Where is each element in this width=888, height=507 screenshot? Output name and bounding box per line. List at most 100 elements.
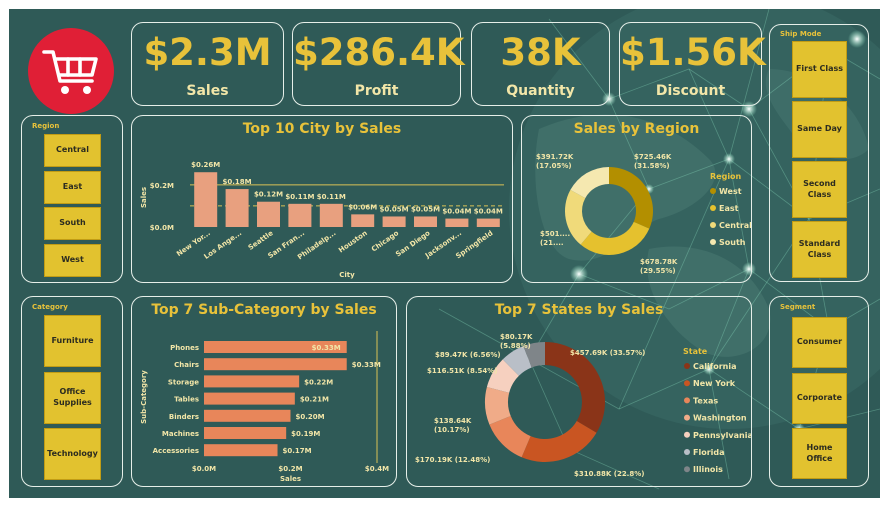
bar-data-label: $0.04M xyxy=(474,208,503,216)
kpi-card-quantity: 38K Quantity xyxy=(471,22,610,106)
bar-data-label: $0.19M xyxy=(291,430,320,438)
y-tick-label: Tables xyxy=(174,396,199,404)
slicer-button-east[interactable]: East xyxy=(44,171,101,204)
bar xyxy=(476,218,500,227)
logo xyxy=(28,28,114,114)
bar xyxy=(288,203,312,227)
ship-mode-slicer: Ship Mode First Class Same Day Second Cl… xyxy=(769,24,869,282)
bar-data-label: $0.33M xyxy=(352,361,381,369)
kpi-label: Sales xyxy=(186,83,229,99)
dashboard-canvas: $2.3M Sales $286.4K Profit 38K Quantity … xyxy=(9,9,880,498)
kpi-value: $2.3M xyxy=(143,31,272,74)
bar xyxy=(204,444,278,457)
legend-item: South xyxy=(719,238,746,247)
slicer-button-consumer[interactable]: Consumer xyxy=(792,317,847,368)
legend-marker xyxy=(684,466,690,473)
donut-slice-east xyxy=(580,221,650,255)
legend-title: Region xyxy=(710,172,742,181)
slice-data-label: $457.69K (33.57%) xyxy=(570,349,645,357)
y-tick-label: $0.0M xyxy=(150,224,174,232)
slicer-button-second-class[interactable]: Second Class xyxy=(792,161,847,218)
city-sales-chart: Top 10 City by Sales Sales City $0.0M $0.2M… xyxy=(131,115,513,283)
legend-item: West xyxy=(719,187,742,196)
legend-item: Illinois xyxy=(693,465,723,474)
bar xyxy=(382,216,406,227)
kpi-label: Discount xyxy=(655,83,726,99)
slice-data-label: (10.17%) xyxy=(434,426,470,434)
region-donut-plot: $725.46K(31.58%) $678.78K(29.55%) $501....… xyxy=(536,153,751,275)
region-sales-chart: Sales by Region $725.46K (31.58%) $678.78K… xyxy=(521,115,752,283)
y-axis-title: Sales xyxy=(140,187,148,208)
bar xyxy=(225,189,249,227)
bar xyxy=(194,172,218,227)
bar-data-label: $0.20M xyxy=(296,413,325,421)
bar xyxy=(204,409,291,422)
y-tick-label: $0.2M xyxy=(150,182,174,190)
legend-marker xyxy=(684,431,690,438)
slicer-button-home-office[interactable]: Home Office xyxy=(792,428,847,479)
bar xyxy=(204,375,300,388)
legend-item: New York xyxy=(693,379,736,388)
bar xyxy=(204,427,287,439)
bar-data-label: $0.22M xyxy=(304,378,333,386)
legend-item: California xyxy=(693,362,737,371)
slicer-title: Segment xyxy=(780,303,816,311)
kpi-label: Profit xyxy=(354,83,399,99)
x-tick-label: $0.0M xyxy=(192,465,216,473)
slicer-button-office-supplies[interactable]: Office Supplies xyxy=(44,372,101,424)
legend-item: Texas xyxy=(693,396,718,405)
slice-data-label: (31.58%) xyxy=(634,162,670,170)
donut-slice-west xyxy=(609,167,653,229)
bar xyxy=(204,392,295,405)
bar-data-label: $0.05M xyxy=(380,205,409,213)
legend-marker xyxy=(684,449,690,455)
slicer-button-west[interactable]: West xyxy=(44,244,101,277)
kpi-value: $1.56K xyxy=(620,31,766,74)
shopping-cart-icon xyxy=(42,50,98,94)
slicer-title: Region xyxy=(32,122,60,130)
bar-data-label: $0.04M xyxy=(442,208,471,216)
y-tick-label: Binders xyxy=(169,413,199,421)
slicer-button-first-class[interactable]: First Class xyxy=(792,41,847,98)
legend-title: State xyxy=(683,347,708,356)
subcategory-sales-chart: Top 7 Sub-Category by Sales Sub-Category… xyxy=(131,296,397,487)
slicer-button-technology[interactable]: Technology xyxy=(44,428,101,480)
legend-item: Florida xyxy=(693,448,725,457)
slice-data-label: $80.17K xyxy=(500,333,533,341)
x-axis-title: City xyxy=(339,271,355,279)
slice-data-label: (5.88%) xyxy=(500,342,531,350)
legend-marker xyxy=(684,363,690,369)
slice-data-label: $678.78K xyxy=(640,258,678,266)
states-sales-chart: Top 7 States by Sales $457.69K (33.57%) $… xyxy=(406,296,752,487)
legend-marker xyxy=(710,205,716,211)
y-axis-title: Sub-Category xyxy=(140,370,148,424)
bar xyxy=(204,358,347,371)
bar-data-label: $0.05M xyxy=(411,205,440,213)
slice-data-label: (29.55%) xyxy=(640,267,676,275)
y-tick-label: Machines xyxy=(162,430,199,438)
bar xyxy=(257,201,280,227)
legend-marker xyxy=(710,222,716,228)
region-slicer: Region Central East South West xyxy=(21,115,123,283)
legend-item: East xyxy=(719,204,739,213)
slice-data-label: $116.51K (8.54%) xyxy=(427,367,497,375)
slicer-title: Ship Mode xyxy=(780,30,822,38)
slicer-button-central[interactable]: Central xyxy=(44,134,101,167)
subcategory-bar-plot: Sub-Category Sales $0.0M $0.2M $0.4M Phones $0… xyxy=(140,331,389,483)
y-tick-label: Phones xyxy=(170,344,199,352)
kpi-card-sales: $2.3M Sales xyxy=(131,22,284,106)
slicer-title: Category xyxy=(32,303,68,311)
bar-data-label: $0.33M xyxy=(312,344,341,352)
legend-marker xyxy=(684,414,690,421)
legend-marker xyxy=(710,239,716,245)
slice-data-label: $138.64K xyxy=(434,417,472,425)
legend-marker xyxy=(684,380,690,387)
slicer-button-furniture[interactable]: Furniture xyxy=(44,315,101,367)
slicer-button-same-day[interactable]: Same Day xyxy=(792,101,847,158)
slicer-button-standard-class[interactable]: Standard Class xyxy=(792,221,847,278)
donut-slice-new-york xyxy=(521,420,597,462)
slicer-button-corporate[interactable]: Corporate xyxy=(792,373,847,424)
legend-item: Pennsylvania xyxy=(693,431,751,440)
slicer-button-south[interactable]: South xyxy=(44,207,101,240)
kpi-label: Quantity xyxy=(506,83,575,99)
